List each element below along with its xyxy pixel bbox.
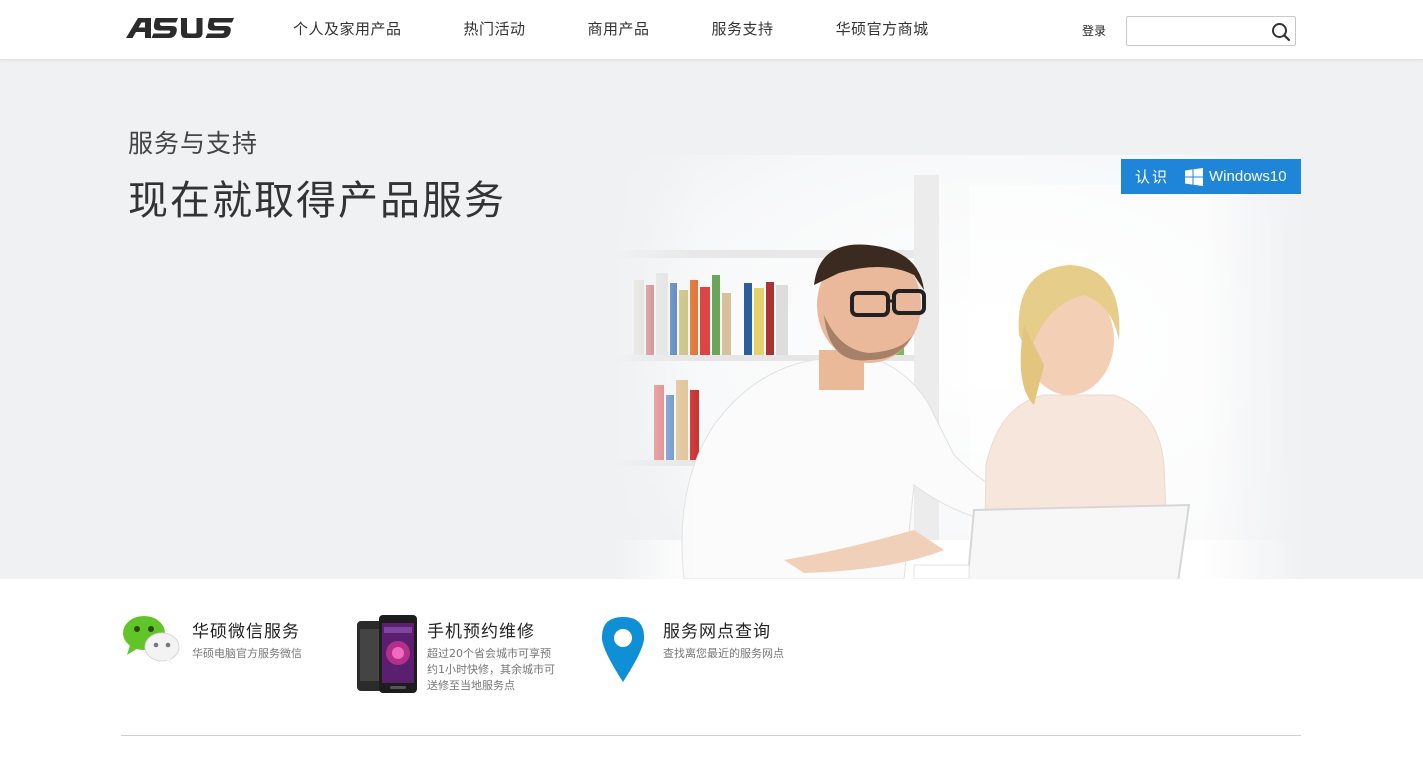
service-locator-text: 服务网点查询 查找离您最近的服务网点	[663, 615, 784, 683]
asus-logo-icon	[126, 18, 234, 38]
service-locator-title: 服务网点查询	[663, 622, 771, 642]
hero-title: 现在就取得产品服务	[128, 178, 506, 224]
search-icon	[1272, 23, 1291, 42]
nav-official-store[interactable]: 华硕官方商城	[836, 18, 929, 39]
service-wechat-title: 华硕微信服务	[192, 622, 300, 642]
top-header: 个人及家用产品 热门活动 商用产品 服务支持 华硕官方商城 登录	[0, 0, 1423, 60]
service-phone-repair-desc-line: 超过20个省会城市可享预	[427, 647, 551, 660]
service-phone-repair-desc-line: 送修至当地服务点	[427, 679, 515, 692]
search-input[interactable]	[1133, 22, 1267, 40]
service-phone-repair-desc-line: 约1小时快修，其余城市可	[427, 663, 555, 676]
service-wechat[interactable]: 华硕微信服务 华硕电脑官方服务微信	[122, 615, 302, 665]
service-locator-desc: 查找离您最近的服务网点	[663, 646, 784, 662]
service-phone-repair-title: 手机预约维修	[427, 622, 535, 642]
nav-hot-events[interactable]: 热门活动	[464, 18, 526, 39]
hero-subtitle: 服务与支持	[128, 129, 259, 158]
nav-business-products[interactable]: 商用产品	[588, 18, 650, 39]
service-wechat-text: 华硕微信服务 华硕电脑官方服务微信	[192, 615, 302, 665]
nav-personal-home-products[interactable]: 个人及家用产品	[293, 18, 402, 39]
wechat-icon	[123, 616, 180, 665]
service-phone-repair-desc: 超过20个省会城市可享预 约1小时快修，其余城市可 送修至当地服务点	[427, 646, 555, 694]
windows10-badge-brand: Windows10	[1209, 168, 1287, 185]
service-wechat-desc-line: 华硕电脑官方服务微信	[192, 647, 302, 660]
search-box	[1126, 16, 1296, 46]
nav-service-support[interactable]: 服务支持	[712, 18, 774, 39]
windows10-badge-label: 认识	[1135, 168, 1170, 186]
windows10-badge[interactable]: 认识 Windows10	[1121, 159, 1301, 194]
search-button[interactable]	[1270, 21, 1292, 43]
service-section: 华硕微信服务 华硕电脑官方服务微信 手机预约维修 超过20个省会城市可享预 约1…	[0, 579, 1423, 766]
map-pin-icon	[601, 617, 645, 682]
asus-logo[interactable]	[126, 16, 234, 40]
service-phone-repair-text: 手机预约维修 超过20个省会城市可享预 约1小时快修，其余城市可 送修至当地服务…	[427, 615, 555, 695]
hero-banner: 服务与支持 现在就取得产品服务 认识 Windows10	[0, 60, 1423, 579]
service-locator-desc-line: 查找离您最近的服务网点	[663, 647, 784, 660]
phone-image	[357, 615, 417, 693]
hero-photo	[614, 155, 1304, 579]
windows-logo-icon	[1185, 167, 1204, 186]
service-phone-repair[interactable]: 手机预约维修 超过20个省会城市可享预 约1小时快修，其余城市可 送修至当地服务…	[357, 615, 555, 695]
login-link[interactable]: 登录	[1082, 22, 1106, 39]
service-locator[interactable]: 服务网点查询 查找离您最近的服务网点	[601, 617, 784, 683]
main-nav: 个人及家用产品 热门活动 商用产品 服务支持 华硕官方商城	[293, 18, 991, 39]
section-divider	[121, 735, 1301, 736]
service-wechat-desc: 华硕电脑官方服务微信	[192, 646, 302, 662]
